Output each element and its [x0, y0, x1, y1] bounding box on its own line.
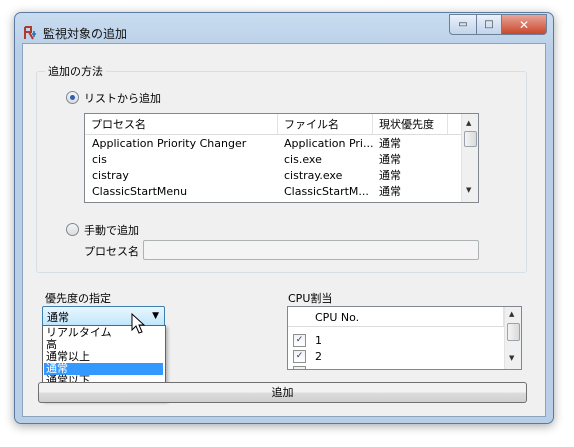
cpu-list-scrollbar[interactable]: ▲ ▼ [504, 307, 521, 369]
priority-select-value: 通常 [47, 311, 69, 324]
table-row[interactable]: ClassicStartMenu ClassicStartM... 通常 [85, 184, 461, 200]
cpu-checkbox[interactable] [293, 366, 306, 369]
process-name-input[interactable] [143, 240, 479, 260]
cell-priority: 通常 [379, 137, 401, 150]
minimize-icon: ▭ [458, 19, 468, 30]
method-group-label: 追加の方法 [45, 63, 106, 79]
cell-file-name: cistray.exe [284, 169, 343, 182]
table-row[interactable]: cistray cistray.exe 通常 [85, 168, 461, 184]
cpu-row-partial[interactable] [288, 365, 504, 369]
column-header-file-name[interactable]: ファイル名 [278, 114, 373, 134]
column-header-priority[interactable]: 現状優先度 [373, 114, 448, 134]
scrollbar-thumb[interactable] [464, 131, 477, 147]
cpu-checkbox[interactable]: ✓ [293, 334, 306, 347]
cell-process-name: ClassicStartMenu [92, 185, 188, 198]
chevron-down-icon: ▼ [152, 311, 159, 321]
scroll-up-icon[interactable]: ▲ [509, 310, 514, 318]
radio-manual-add-label[interactable]: 手動で追加 [84, 222, 139, 238]
cpu-row-label: 1 [315, 334, 322, 347]
add-button[interactable]: 追加 [38, 382, 527, 403]
radio-list-add-label[interactable]: リストから追加 [84, 90, 161, 106]
maximize-icon: □ [484, 19, 494, 30]
cell-process-name: cistray [92, 169, 129, 182]
radio-list-add[interactable] [66, 91, 79, 104]
scroll-down-icon[interactable]: ▼ [509, 354, 514, 362]
close-icon: ✕ [518, 17, 530, 32]
process-table[interactable]: プロセス名 ファイル名 現状優先度 Application Priority C… [84, 113, 479, 203]
cpu-column-header-label: CPU No. [315, 311, 360, 324]
cpu-checkbox[interactable]: ✓ [293, 350, 306, 363]
cell-process-name: cis [92, 153, 107, 166]
cpu-label: CPU割当 [288, 292, 333, 305]
app-icon [23, 26, 39, 40]
cell-file-name: ClassicStartM... [284, 185, 369, 198]
table-row[interactable]: cis cis.exe 通常 [85, 152, 461, 168]
cell-priority: 通常 [379, 169, 401, 182]
cell-file-name: Application Pri... [284, 137, 373, 150]
table-row[interactable]: Application Priority Changer Application… [85, 136, 461, 152]
cpu-list[interactable]: CPU No. ✓ 1 ✓ 2 ▲ ▼ [287, 306, 522, 370]
radio-manual-add[interactable] [66, 223, 79, 236]
process-table-scrollbar[interactable]: ▲ ▼ [461, 114, 478, 202]
maximize-button[interactable]: □ [477, 14, 502, 35]
cell-priority: 通常 [379, 153, 401, 166]
mouse-cursor-icon [131, 313, 146, 334]
scrollbar-thumb[interactable] [507, 323, 520, 341]
process-table-header: プロセス名 ファイル名 現状優先度 [85, 114, 461, 135]
minimize-button[interactable]: ▭ [449, 14, 477, 35]
add-button-label: 追加 [271, 386, 294, 399]
cell-priority: 通常 [379, 185, 401, 198]
scroll-down-icon[interactable]: ▼ [466, 186, 471, 194]
cpu-row[interactable]: ✓ 1 [288, 333, 504, 349]
cpu-row[interactable]: ✓ 2 [288, 349, 504, 365]
priority-label: 優先度の指定 [45, 292, 111, 305]
process-name-label: プロセス名 [84, 245, 139, 258]
column-header-process-name[interactable]: プロセス名 [85, 114, 278, 134]
cpu-row-label: 2 [315, 350, 322, 363]
scroll-up-icon[interactable]: ▲ [466, 119, 471, 127]
cell-file-name: cis.exe [284, 153, 322, 166]
window-title: 監視対象の追加 [43, 27, 128, 41]
close-button[interactable]: ✕ [502, 14, 547, 35]
cpu-column-header[interactable]: CPU No. [288, 307, 504, 327]
cell-process-name: Application Priority Changer [92, 137, 247, 150]
